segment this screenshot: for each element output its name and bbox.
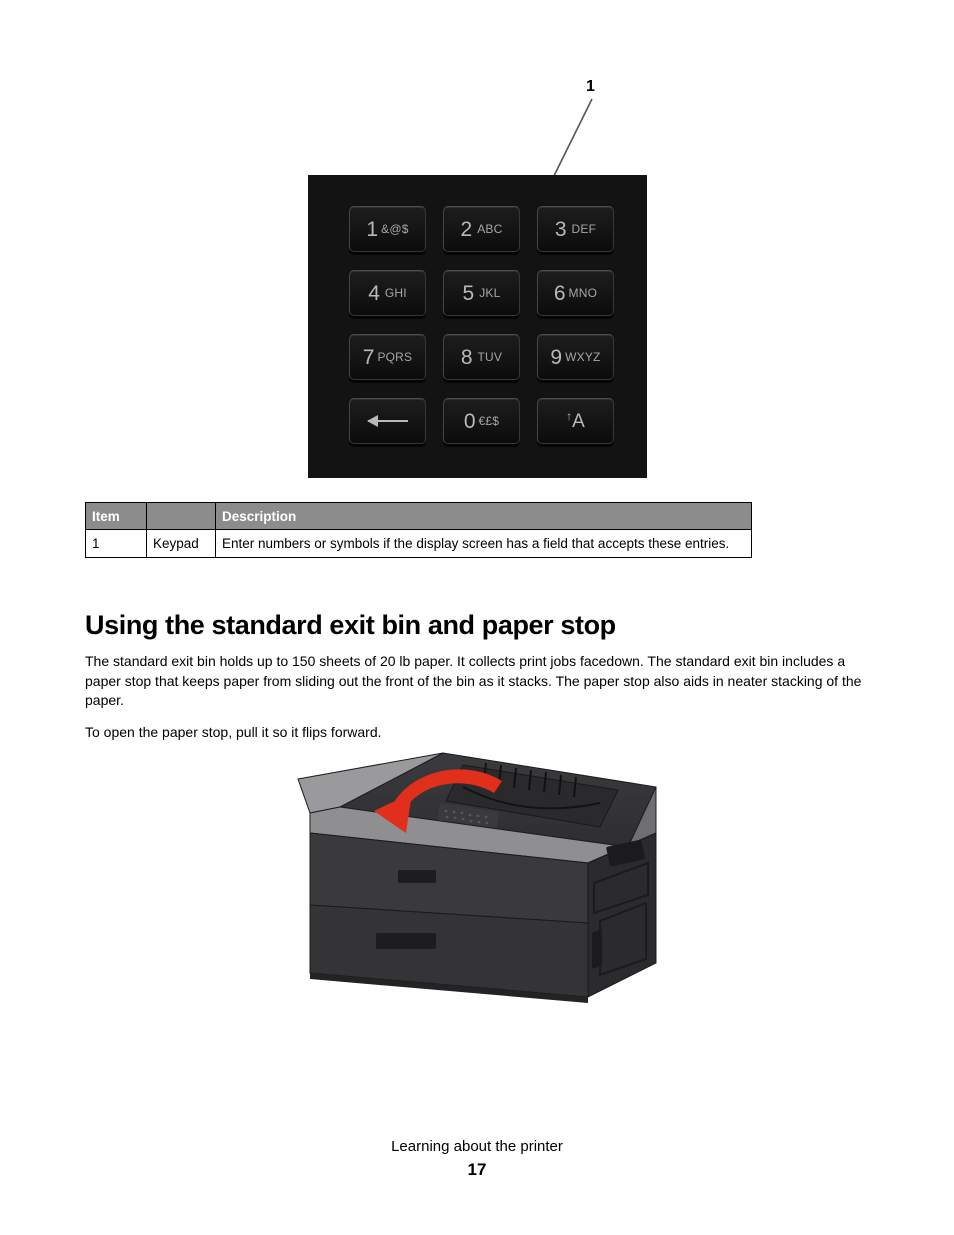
keypad-key-6-digit: 6: [553, 281, 566, 305]
shift-uppercase-icon: ↑: [566, 409, 573, 423]
footer-section-title: Learning about the printer: [391, 1138, 563, 1155]
keypad-key-3-digit: 3: [554, 217, 567, 241]
table-cell-item-number: 1: [85, 529, 147, 558]
printer-side-latch: [592, 929, 602, 969]
table-header-item: Item: [85, 502, 147, 530]
keypad-key-0[interactable]: 0 €£$: [443, 398, 520, 444]
keypad-description-table: Item Description 1 Keypad Enter numbers …: [85, 502, 752, 558]
keypad-key-4-digit: 4: [368, 281, 380, 305]
keypad-key-8-letters: TUV: [477, 350, 503, 364]
keypad-key-5-letters: JKL: [479, 286, 501, 300]
keypad-key-5[interactable]: 5 JKL: [443, 270, 520, 316]
keypad-key-2-digit: 2: [460, 217, 473, 241]
table-row: 1 Keypad Enter numbers or symbols if the…: [85, 529, 752, 558]
page-footer: Learning about the printer 17: [0, 1138, 954, 1180]
keypad-key-shift[interactable]: ↑ A: [537, 398, 614, 444]
keypad-key-3-letters: DEF: [571, 222, 597, 236]
keypad-key-9-digit: 9: [550, 345, 563, 369]
keypad-key-9[interactable]: 9 WXYZ: [537, 334, 614, 380]
callout-label-1: 1: [586, 78, 595, 95]
arrow-left-icon: [366, 415, 408, 427]
keypad-key-1[interactable]: 1 &@$: [349, 206, 426, 252]
body-paragraph-1: The standard exit bin holds up to 150 sh…: [85, 653, 862, 708]
keypad-key-4-letters: GHI: [384, 286, 407, 300]
page-title: Using the standard exit bin and paper st…: [85, 610, 616, 641]
keypad-key-1-letters: &@$: [381, 222, 409, 236]
keypad-key-9-letters: WXYZ: [565, 350, 601, 364]
keypad-key-shift-label: A: [572, 410, 585, 432]
keypad-key-8-digit: 8: [460, 345, 473, 369]
keypad-key-8[interactable]: 8 TUV: [443, 334, 520, 380]
keypad-key-7[interactable]: 7 PQRS: [349, 334, 426, 380]
keypad-grid: 1 &@$ 2 ABC 3 DEF 4 GHI 5 JKL 6 MNO 7 PQ…: [349, 206, 615, 446]
printer-illustration: [297, 752, 657, 1003]
keypad-key-1-digit: 1: [366, 217, 379, 241]
printer-front-handle-upper: [398, 870, 436, 883]
keypad-key-6-letters: MNO: [568, 286, 598, 300]
keypad-key-5-digit: 5: [462, 281, 475, 305]
table-header-description: Description: [215, 502, 752, 530]
table-cell-component-name: Keypad: [146, 529, 216, 558]
keypad-key-6[interactable]: 6 MNO: [537, 270, 614, 316]
keypad-key-7-digit: 7: [362, 345, 375, 369]
footer-page-number: 17: [467, 1160, 487, 1179]
keypad-key-3[interactable]: 3 DEF: [537, 206, 614, 252]
table-cell-description: Enter numbers or symbols if the display …: [215, 529, 752, 558]
keypad-key-backspace[interactable]: [349, 398, 426, 444]
table-header-row: Item Description: [85, 502, 752, 530]
keypad-key-2[interactable]: 2 ABC: [443, 206, 520, 252]
printer-tray-handle: [376, 933, 436, 949]
table-header-blank: [146, 502, 216, 530]
keypad-key-0-digit: 0: [463, 409, 476, 433]
keypad-key-4[interactable]: 4 GHI: [349, 270, 426, 316]
keypad-key-0-symbols: €£$: [478, 414, 500, 428]
keypad-illustration: 1 &@$ 2 ABC 3 DEF 4 GHI 5 JKL 6 MNO 7 PQ…: [308, 175, 647, 478]
keypad-key-7-letters: PQRS: [377, 350, 413, 364]
keypad-key-2-letters: ABC: [477, 222, 503, 236]
